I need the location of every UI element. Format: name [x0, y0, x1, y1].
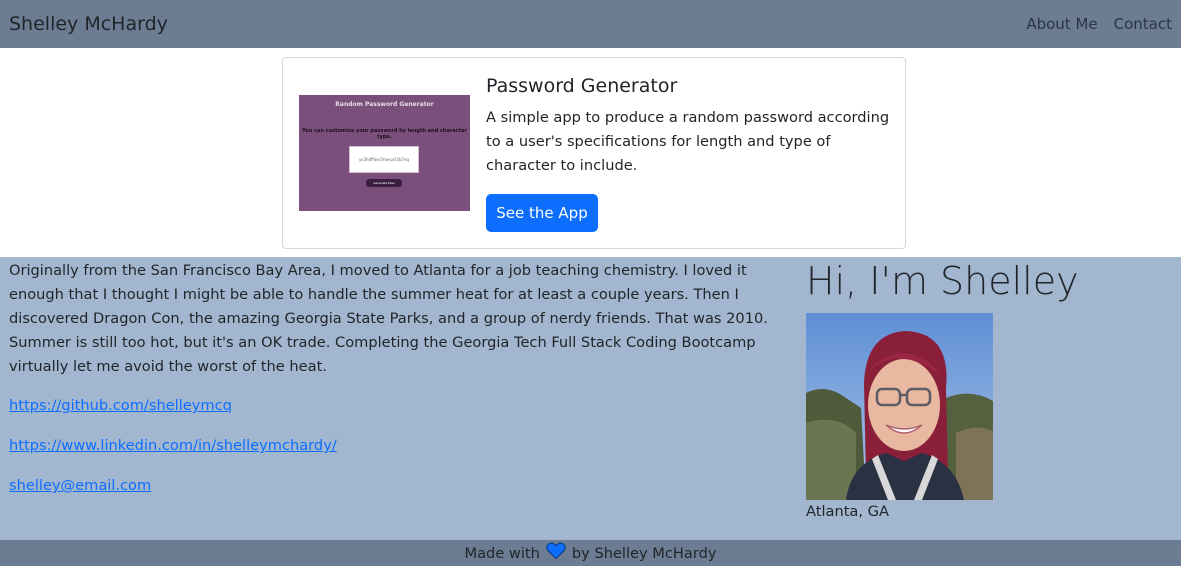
projects-section: Random Password Generator You can custom…	[0, 48, 1181, 257]
thumbnail-subtitle: You can customize your password by lengt…	[302, 128, 467, 140]
nav-link-contact[interactable]: Contact	[1114, 15, 1172, 33]
project-card: Random Password Generator You can custom…	[282, 57, 906, 249]
profile-photo	[806, 313, 993, 500]
thumbnail-title: Random Password Generator	[335, 101, 434, 108]
footer-made-with: Made with	[464, 544, 540, 562]
footer-author: by Shelley McHardy	[571, 544, 717, 562]
brand-link[interactable]: Shelley McHardy	[9, 13, 168, 35]
greeting-heading: Hi, I'm Shelley	[806, 259, 1079, 303]
email-link[interactable]: shelley@email.com	[9, 474, 337, 498]
linkedin-link[interactable]: https://www.linkedin.com/in/shelleymchar…	[9, 434, 337, 458]
thumbnail-password-box: ys3hdf%er3nw-ps!2b7vq	[349, 146, 419, 173]
footer: Made with by Shelley McHardy	[0, 540, 1181, 566]
nav-link-about-me[interactable]: About Me	[1026, 15, 1097, 33]
thumbnail-button: Generate Pass	[366, 179, 402, 187]
project-title: Password Generator	[486, 75, 678, 97]
bio-text: Originally from the San Francisco Bay Ar…	[9, 262, 768, 375]
heart-icon	[546, 542, 566, 564]
project-card-body: Password Generator A simple app to produ…	[486, 75, 896, 178]
project-description: A simple app to produce a random passwor…	[486, 109, 890, 174]
nav-links: About Me Contact	[1026, 15, 1172, 33]
see-the-app-button[interactable]: See the App	[486, 194, 598, 232]
about-section: Originally from the San Francisco Bay Ar…	[0, 257, 1181, 540]
github-link[interactable]: https://github.com/shelleymcq	[9, 394, 337, 418]
contact-links: https://github.com/shelleymcq https://ww…	[9, 394, 337, 514]
location-text: Atlanta, GA	[806, 503, 889, 520]
navbar: Shelley McHardy About Me Contact	[0, 0, 1181, 48]
project-thumbnail: Random Password Generator You can custom…	[299, 95, 470, 211]
